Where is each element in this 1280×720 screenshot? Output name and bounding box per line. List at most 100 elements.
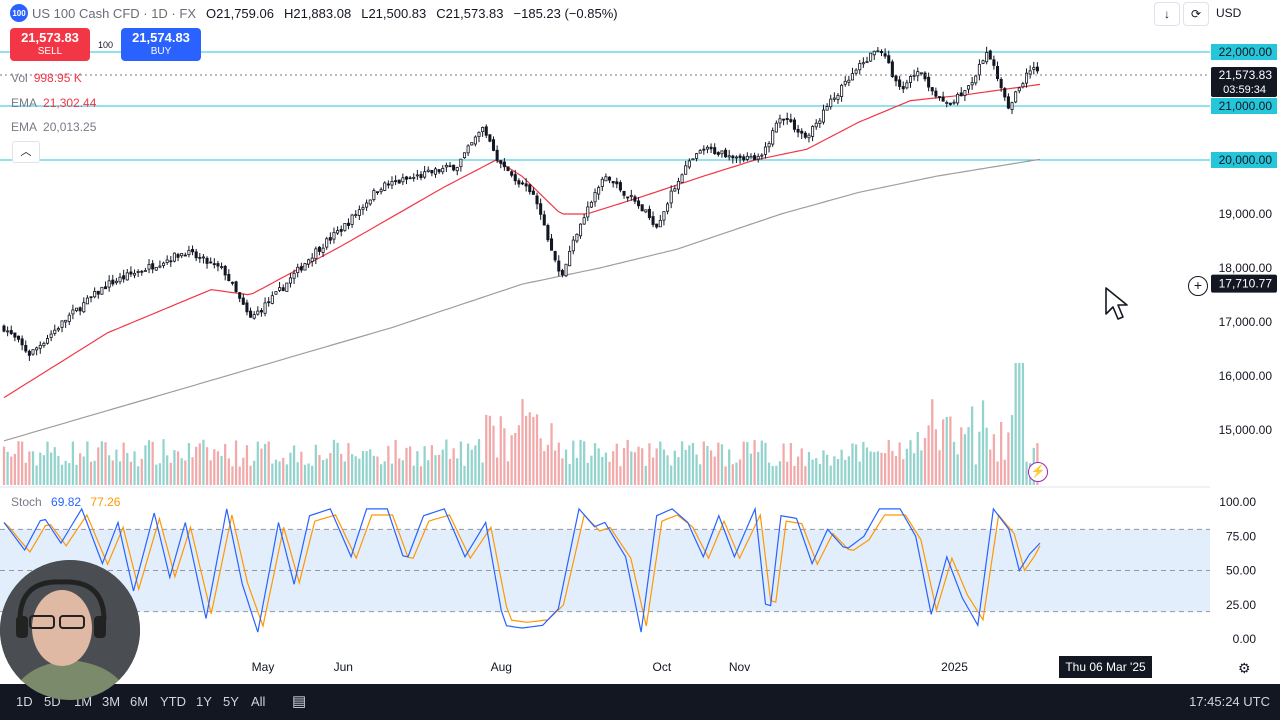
buy-button[interactable]: 21,574.83 BUY: [121, 28, 201, 61]
volume-bar: [615, 443, 618, 485]
candle: [209, 257, 213, 264]
lightning-icon[interactable]: ⚡: [1028, 462, 1048, 482]
symbol-logo[interactable]: 100: [10, 4, 28, 22]
candle: [317, 246, 321, 256]
download-button[interactable]: ↓: [1154, 2, 1180, 26]
candle: [680, 173, 684, 183]
volume-bar: [738, 459, 742, 485]
volume-bar: [35, 465, 38, 485]
candle: [42, 341, 46, 348]
volume-bar: [528, 412, 531, 485]
stoch-legend[interactable]: Stoch 69.82 77.26: [11, 495, 120, 509]
volume-bar: [238, 466, 241, 485]
timeframe-1y[interactable]: 1Y: [196, 694, 212, 709]
timeframe-5y[interactable]: 5Y: [223, 694, 239, 709]
indicator-ema-short[interactable]: EMA 21,302.44: [11, 96, 96, 110]
timeframe-ytd[interactable]: YTD: [160, 694, 186, 709]
volume-bar: [644, 465, 647, 485]
volume-bar: [481, 462, 484, 485]
calendar-range-icon[interactable]: ▤: [292, 692, 306, 710]
candle: [586, 201, 590, 222]
candle: [354, 210, 358, 219]
candle: [767, 141, 771, 153]
sell-button[interactable]: 21,573.83 SELL: [10, 28, 90, 61]
candle: [553, 250, 557, 263]
volume-bar: [173, 450, 176, 485]
volume-bar: [934, 429, 938, 485]
candle: [27, 349, 31, 361]
candle: [517, 178, 521, 188]
timeframe-1d[interactable]: 1D: [16, 694, 33, 709]
volume-bar: [833, 456, 836, 485]
chevron-up-icon: ︿: [20, 146, 32, 158]
presenter-webcam: [0, 560, 140, 700]
candle: [629, 189, 633, 201]
volume-bar: [815, 458, 818, 485]
symbol-title[interactable]: US 100 Cash CFD · 1D · FX: [32, 6, 196, 21]
candle: [281, 284, 285, 292]
candle: [122, 269, 126, 283]
volume-bar: [496, 457, 499, 485]
candle: [814, 119, 818, 130]
candle: [176, 252, 180, 262]
candle: [183, 252, 187, 257]
candle: [220, 262, 224, 270]
candle: [20, 335, 24, 351]
candle: [749, 153, 753, 159]
indicator-ema-long[interactable]: EMA 20,013.25: [11, 120, 96, 134]
collapse-legend-button[interactable]: ︿: [12, 141, 40, 163]
price-tick: 16,000.00: [1219, 369, 1273, 383]
horizontal-levels: [0, 51, 1210, 161]
stoch-tick: 0.00: [1233, 632, 1257, 646]
candle: [977, 59, 981, 81]
candle: [455, 166, 459, 176]
candle: [716, 151, 720, 157]
volume-bar: [724, 466, 727, 485]
candle: [45, 334, 50, 345]
fullscreen-button[interactable]: ⟳: [1183, 2, 1209, 26]
candle: [887, 50, 891, 64]
candle: [872, 50, 876, 60]
candle: [278, 281, 282, 293]
add-alert-button[interactable]: +: [1188, 276, 1208, 296]
timeframe-3m[interactable]: 3M: [102, 694, 120, 709]
countdown-label: 03:59:34: [1223, 84, 1266, 96]
volume-bar: [31, 451, 35, 485]
timeframe-all[interactable]: All: [251, 694, 265, 709]
candle: [147, 259, 151, 274]
volume-bar: [626, 439, 629, 485]
candle: [927, 72, 931, 92]
volume-bar: [57, 456, 60, 485]
volume-bar: [909, 440, 912, 485]
utc-clock[interactable]: 17:45:24 UTC: [1189, 694, 1270, 709]
candle: [230, 281, 234, 286]
volume-bar: [771, 466, 774, 485]
candle: [252, 311, 256, 320]
candle: [742, 154, 746, 163]
candle: [426, 166, 430, 173]
currency-select[interactable]: USD: [1212, 2, 1276, 24]
volume-bar: [753, 440, 756, 485]
volume-bar: [419, 466, 423, 485]
volume-bar: [137, 466, 140, 485]
candle: [883, 48, 887, 59]
volume-bar: [176, 451, 180, 485]
candle: [807, 132, 811, 143]
candle: [394, 175, 398, 186]
candle: [227, 269, 231, 282]
volume-bar: [158, 463, 162, 485]
indicator-volume[interactable]: Vol 998.95 K: [11, 71, 82, 85]
gear-icon[interactable]: ⚙: [1238, 660, 1251, 677]
chart-canvas[interactable]: 22,000.00 21,000.00 20,000.00 19,000.00 18,0…: [0, 0, 1280, 720]
volume-bar: [10, 456, 13, 485]
volume-bar: [891, 451, 894, 485]
volume-bar: [865, 447, 869, 485]
volume-bar: [155, 464, 158, 485]
volume-bar: [64, 460, 67, 485]
candle: [861, 57, 865, 68]
volume-bar: [430, 445, 433, 485]
volume-bar: [463, 465, 466, 485]
candle: [365, 199, 369, 211]
timeframe-6m[interactable]: 6M: [130, 694, 148, 709]
volume-bar: [441, 449, 444, 485]
